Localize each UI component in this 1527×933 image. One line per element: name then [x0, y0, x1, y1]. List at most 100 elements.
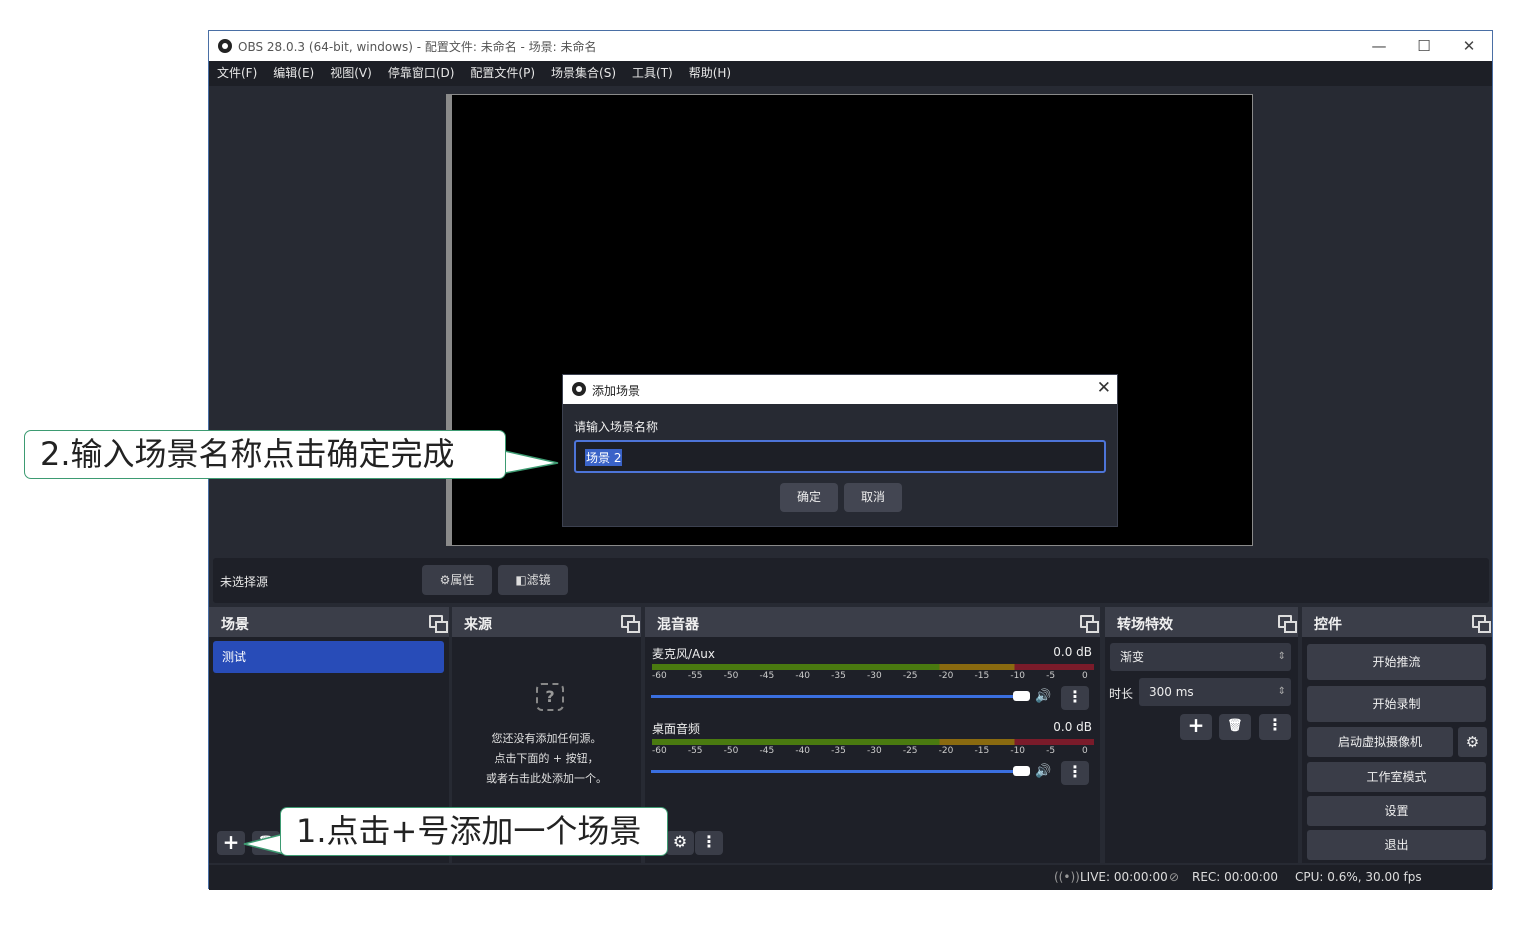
mic-volume-slider[interactable]: [651, 695, 1021, 698]
cpu-fps: CPU: 0.6%, 30.00 fps: [1295, 870, 1422, 884]
virtual-camera-settings-button[interactable]: ⚙: [1458, 727, 1487, 757]
duration-label: 时长: [1109, 687, 1134, 701]
source-toolbar: 未选择源 ⚙属性 ◧滤镜: [213, 558, 1489, 603]
mixer-tick-label: -5: [1046, 746, 1056, 756]
filter-icon: ◧: [515, 573, 527, 587]
mixer-tick-label: -15: [974, 671, 990, 681]
callout-arrow: [500, 449, 559, 475]
mic-volume-handle[interactable]: [1013, 691, 1030, 701]
duration-value: 300 ms: [1149, 685, 1194, 699]
remove-transition-button[interactable]: 🗑: [1219, 714, 1251, 740]
mixer-menu-button[interactable]: ⋮: [695, 831, 723, 855]
minimize-button[interactable]: —: [1364, 36, 1394, 56]
transition-menu-button[interactable]: ⋮: [1259, 714, 1291, 740]
filters-button[interactable]: ◧滤镜: [498, 565, 568, 595]
callout-step-2: 2.输入场景名称点击确定完成: [24, 430, 506, 479]
rec-time: REC: 00:00:00: [1192, 870, 1279, 884]
float-dock-icon[interactable]: [1472, 615, 1491, 633]
question-icon: ?: [536, 683, 564, 711]
scene-list-item[interactable]: 测试: [213, 641, 444, 673]
menu-help[interactable]: 帮助(H): [689, 61, 731, 86]
float-dock-icon[interactable]: [621, 615, 640, 633]
scene-name-input[interactable]: 场景 2: [574, 440, 1106, 473]
mixer-tick-label: 0: [1082, 671, 1088, 681]
callout-step-1: 1.点击+号添加一个场景: [280, 807, 668, 856]
dialog-title-bar: 添加场景 ✕: [563, 375, 1117, 404]
menu-view[interactable]: 视图(V): [330, 61, 372, 86]
mixer-tick-label: -60: [652, 671, 667, 681]
chevron-updown-icon: ⇕: [1277, 651, 1286, 662]
float-dock-icon[interactable]: [1278, 615, 1297, 633]
studio-mode-button[interactable]: 工作室模式: [1307, 762, 1486, 792]
mixer-tick-label: -60: [652, 746, 667, 756]
obs-logo-icon: [572, 382, 586, 396]
mixer-tick-label: -35: [831, 746, 846, 756]
exit-button[interactable]: 退出: [1307, 830, 1486, 860]
start-virtual-camera-button[interactable]: 启动虚拟摄像机: [1307, 727, 1453, 757]
properties-button[interactable]: ⚙属性: [422, 565, 492, 595]
mixer-tick-label: 0: [1082, 746, 1088, 756]
menu-edit[interactable]: 编辑(E): [273, 61, 314, 86]
menu-profile[interactable]: 配置文件(P): [470, 61, 535, 86]
scenes-dock-header: 场景: [209, 607, 449, 637]
no-source-label: 未选择源: [220, 575, 269, 589]
mixer-tick-label: -55: [687, 671, 703, 681]
mixer-tick-label: -10: [1010, 671, 1026, 681]
desktop-options-button[interactable]: ⋮: [1061, 761, 1089, 785]
start-recording-button[interactable]: 开始录制: [1307, 686, 1486, 722]
add-scene-button[interactable]: +: [217, 831, 245, 855]
sources-dock-header: 来源: [452, 607, 641, 637]
cancel-button[interactable]: 取消: [844, 483, 902, 512]
mixer-settings-button[interactable]: ⚙: [666, 831, 694, 855]
scene-name-prompt: 请输入场景名称: [574, 420, 659, 434]
dialog-close-icon[interactable]: ✕: [1097, 378, 1111, 398]
mixer-tick-label: -55: [687, 746, 703, 756]
menu-bar: 文件(F) 编辑(E) 视图(V) 停靠窗口(D) 配置文件(P) 场景集合(S) 工具(T…: [209, 61, 1492, 86]
live-signal-icon: ((•)): [1054, 870, 1080, 884]
stepper-icon[interactable]: ⇕: [1278, 678, 1286, 706]
menu-file[interactable]: 文件(F): [217, 61, 257, 86]
speaker-icon[interactable]: 🔊: [1035, 689, 1051, 704]
desktop-level-meter: [652, 739, 1094, 745]
controls-dock-title: 控件: [1314, 617, 1342, 633]
empty-line-3: 或者右击此处添加一个。: [486, 772, 607, 785]
dialog-title: 添加场景: [592, 384, 641, 398]
mixer-tick-label: -15: [974, 746, 990, 756]
mixer-tick-label: -35: [831, 671, 846, 681]
transitions-dock-title: 转场特效: [1117, 617, 1173, 633]
filters-label: 滤镜: [526, 573, 551, 587]
mixer-tick-label: -30: [867, 671, 882, 681]
float-dock-icon[interactable]: [429, 615, 448, 633]
settings-button[interactable]: 设置: [1307, 796, 1486, 826]
empty-line-2: 点击下面的 + 按钮，: [494, 752, 599, 765]
mic-channel-name: 麦克风/Aux: [652, 647, 715, 661]
gear-icon: ⚙: [439, 573, 451, 587]
desktop-volume-handle[interactable]: [1013, 766, 1030, 776]
transition-type-select[interactable]: 渐变 ⇕: [1110, 643, 1291, 671]
close-button[interactable]: ✕: [1454, 36, 1484, 56]
mixer-tick-label: -45: [759, 671, 775, 681]
start-streaming-button[interactable]: 开始推流: [1307, 644, 1486, 680]
mixer-tick-label: -25: [902, 671, 918, 681]
menu-scene-collection[interactable]: 场景集合(S): [551, 61, 616, 86]
mic-channel-db: 0.0 dB: [1053, 645, 1092, 659]
ok-button[interactable]: 确定: [780, 483, 838, 512]
mic-options-button[interactable]: ⋮: [1061, 686, 1089, 710]
maximize-button[interactable]: ☐: [1409, 36, 1439, 56]
menu-docks[interactable]: 停靠窗口(D): [388, 61, 455, 86]
menu-tools[interactable]: 工具(T): [632, 61, 673, 86]
mixer-dock: 混音器 麦克风/Aux 0.0 dB -60 -55 -50 -45 -40 -35 -30…: [645, 607, 1100, 863]
transitions-dock: 转场特效 渐变 ⇕ 时长 300 ms ⇕ + 🗑 ⋮: [1105, 607, 1298, 863]
scene-name-value: 场景 2: [585, 449, 623, 466]
empty-line-1: 您还没有添加任何源。: [491, 732, 602, 745]
title-bar: OBS 28.0.3 (64-bit, windows) - 配置文件: 未命名…: [209, 31, 1492, 61]
obs-logo-icon: [218, 39, 232, 53]
desktop-volume-slider[interactable]: [651, 770, 1021, 773]
float-dock-icon[interactable]: [1080, 615, 1099, 633]
add-transition-button[interactable]: +: [1180, 714, 1212, 740]
duration-spinbox[interactable]: 300 ms ⇕: [1139, 678, 1291, 706]
mixer-tick-label: -50: [723, 746, 739, 756]
controls-dock-header: 控件: [1302, 607, 1492, 637]
mixer-dock-header: 混音器: [645, 607, 1100, 637]
speaker-icon[interactable]: 🔊: [1035, 764, 1051, 779]
